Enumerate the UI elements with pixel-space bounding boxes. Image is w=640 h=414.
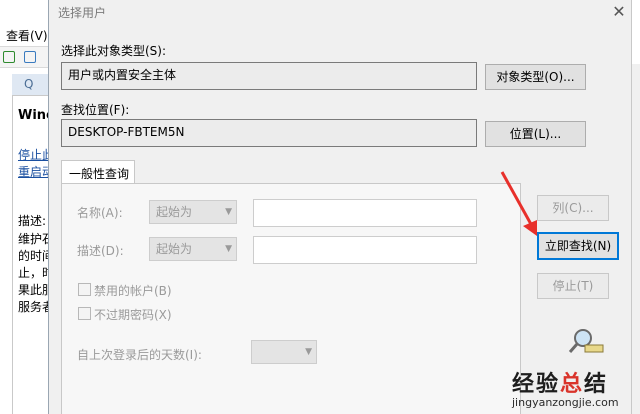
description-query-label: 描述(D): [77, 244, 124, 258]
description-match-combo[interactable]: 起始为 ▼ [149, 237, 237, 261]
dialog-title: 选择用户 [58, 6, 107, 20]
close-icon[interactable]: ✕ [609, 2, 629, 22]
locations-button[interactable]: 位置(L)... [485, 121, 586, 147]
menu-bar: 查看(V) [0, 24, 50, 44]
name-input[interactable] [253, 199, 477, 227]
description-label: 描述: [18, 214, 47, 228]
service-title: Winc [18, 108, 50, 123]
panel-search-icon: Q [24, 77, 34, 91]
refresh-icon[interactable] [3, 51, 15, 63]
description-input[interactable] [253, 236, 477, 264]
location-field: DESKTOP-FBTEM5N [61, 119, 477, 147]
combo-value: 起始为 [156, 242, 193, 256]
chevron-down-icon: ▼ [225, 244, 232, 254]
description-line: 的时间 [18, 249, 50, 263]
watermark-logo: 经验总结 jingyanzongjie.com [510, 366, 638, 414]
toolbar [0, 46, 48, 68]
disabled-accounts-label: 禁用的帐户(B) [94, 284, 172, 298]
stop-button[interactable]: 停止(T) [537, 273, 609, 299]
days-since-login-combo[interactable]: ▼ [251, 340, 317, 364]
chevron-down-icon: ▼ [225, 207, 232, 217]
chevron-down-icon: ▼ [305, 347, 312, 357]
tab-common-queries[interactable]: 一般性查询 [61, 160, 135, 184]
menu-view[interactable]: 查看(V) [6, 27, 48, 44]
find-now-button[interactable]: 立即查找(N) [537, 232, 619, 260]
watermark-main: 经验总结 [512, 372, 609, 397]
description-line: 维护石 [18, 232, 50, 246]
export-icon[interactable] [24, 51, 36, 63]
name-label: 名称(A): [77, 206, 123, 220]
object-type-label: 选择此对象类型(S): [61, 44, 167, 58]
object-types-button[interactable]: 对象类型(O)... [485, 64, 586, 90]
restart-service-link[interactable]: 重启动 [18, 163, 50, 180]
watermark-url: jingyanzongjie.com [512, 396, 619, 409]
non-expiring-password-label: 不过期密码(X) [94, 308, 172, 322]
stop-service-link[interactable]: 停止此 [18, 146, 50, 163]
non-expiring-password-checkbox[interactable] [78, 307, 91, 320]
days-since-login-label: 自上次登录后的天数(I): [77, 348, 202, 362]
select-user-dialog: 选择用户 ✕ 选择此对象类型(S): 用户或内置安全主体 对象类型(O)... … [48, 0, 632, 414]
disabled-accounts-checkbox[interactable] [78, 283, 91, 296]
combo-value: 起始为 [156, 205, 193, 219]
panel-header: Q [12, 74, 50, 96]
description-line: 服务者 [18, 300, 50, 314]
location-label: 查找位置(F): [61, 103, 130, 117]
object-type-field: 用户或内置安全主体 [61, 62, 477, 90]
description-line: 止，时 [18, 266, 50, 280]
description-line: 果此服 [18, 283, 50, 297]
columns-button[interactable]: 列(C)... [537, 195, 609, 221]
tab-label: 一般性查询 [69, 167, 130, 181]
name-match-combo[interactable]: 起始为 ▼ [149, 200, 237, 224]
search-magnifier-icon [568, 329, 604, 353]
